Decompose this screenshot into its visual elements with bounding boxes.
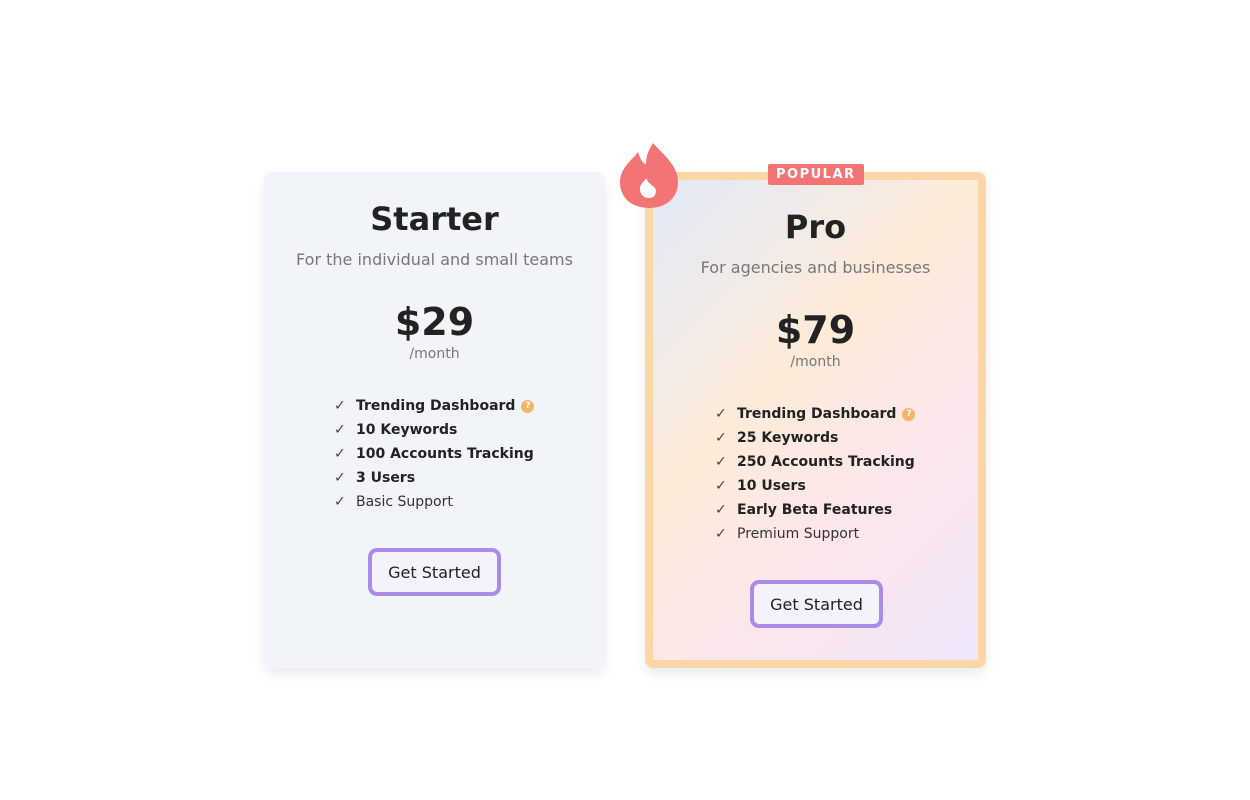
checkmark-icon: ✓: [334, 494, 346, 510]
plan-price: $79: [775, 308, 856, 352]
feature-label: 10 Keywords: [356, 422, 458, 438]
starter-plan-card: Starter For the individual and small tea…: [264, 172, 605, 668]
feature-item: ✓ Early Beta Features: [715, 498, 915, 522]
feature-list: ✓ Trending Dashboard ? ✓ 25 Keywords ✓ 2…: [715, 402, 916, 546]
feature-label: Early Beta Features: [737, 502, 893, 518]
plan-description: For the individual and small teams: [296, 250, 573, 269]
feature-item: ✓ Trending Dashboard ?: [715, 402, 916, 426]
checkmark-icon: ✓: [334, 398, 346, 414]
feature-item: ✓ 10 Users: [715, 474, 915, 498]
get-started-button[interactable]: Get Started: [750, 580, 883, 628]
feature-item: ✓ 25 Keywords: [715, 426, 915, 450]
get-started-button[interactable]: Get Started: [368, 548, 501, 596]
checkmark-icon: ✓: [715, 430, 727, 446]
plan-name: Starter: [370, 200, 499, 238]
question-icon[interactable]: ?: [902, 407, 916, 421]
feature-list: ✓ Trending Dashboard ? ✓ 10 Keywords ✓ 1…: [334, 394, 535, 514]
feature-item: ✓ 3 Users: [334, 466, 534, 490]
feature-item: ✓ 100 Accounts Tracking: [334, 442, 534, 466]
plan-description: For agencies and businesses: [700, 258, 931, 277]
plan-price: $29: [394, 300, 475, 344]
feature-label: 100 Accounts Tracking: [356, 446, 534, 462]
plan-name: Pro: [784, 208, 847, 246]
feature-label: Premium Support: [737, 526, 860, 542]
checkmark-icon: ✓: [334, 422, 346, 438]
feature-item: ✓ 10 Keywords: [334, 418, 534, 442]
checkmark-icon: ✓: [715, 406, 727, 422]
plan-period: /month: [409, 346, 460, 362]
checkmark-icon: ✓: [715, 502, 727, 518]
feature-label: 25 Keywords: [737, 430, 839, 446]
feature-label: 3 Users: [356, 470, 416, 486]
feature-label: 10 Users: [737, 478, 806, 494]
question-icon[interactable]: ?: [521, 399, 535, 413]
feature-item: ✓ Premium Support: [715, 522, 915, 546]
pro-plan-card: POPULAR Pro For agencies and businesses …: [645, 164, 986, 668]
checkmark-icon: ✓: [715, 454, 727, 470]
feature-label: Trending Dashboard: [737, 406, 897, 422]
checkmark-icon: ✓: [715, 526, 727, 542]
feature-item: ✓ 250 Accounts Tracking: [715, 450, 915, 474]
fire-icon: [620, 143, 678, 208]
checkmark-icon: ✓: [715, 478, 727, 494]
feature-item: ✓ Trending Dashboard ?: [334, 394, 535, 418]
feature-label: Trending Dashboard: [356, 398, 516, 414]
checkmark-icon: ✓: [334, 470, 346, 486]
checkmark-icon: ✓: [334, 446, 346, 462]
feature-label: 250 Accounts Tracking: [737, 454, 915, 470]
feature-item: ✓ Basic Support: [334, 490, 534, 514]
plan-period: /month: [790, 354, 841, 370]
feature-label: Basic Support: [356, 494, 453, 510]
popular-badge: POPULAR: [768, 164, 864, 185]
